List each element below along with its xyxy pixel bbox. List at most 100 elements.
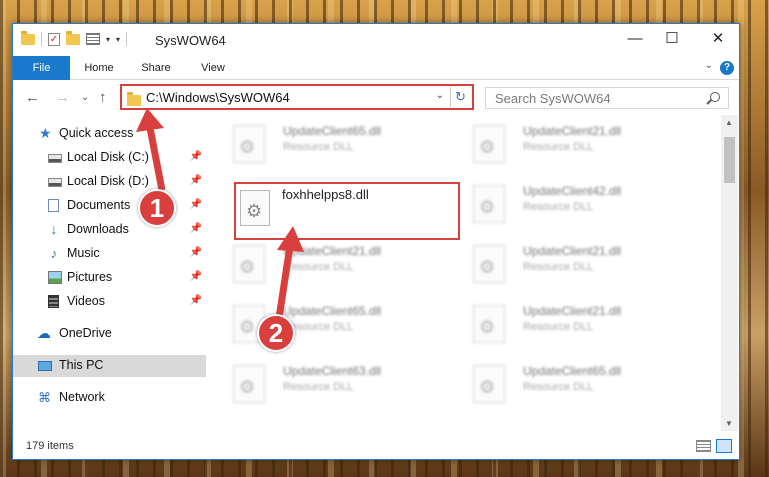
sidebar-item-label: Documents xyxy=(67,198,131,212)
vertical-scrollbar[interactable]: ▲ ▼ xyxy=(721,115,738,431)
scroll-up-icon[interactable]: ▲ xyxy=(725,118,733,127)
file-tile[interactable]: UpdateClient65.dll Resource DLL xyxy=(213,301,443,351)
sidebar-item-label: Music xyxy=(67,246,100,260)
tab-home[interactable]: Home xyxy=(75,56,123,80)
maximize-button[interactable]: ☐ xyxy=(649,24,695,54)
file-name: UpdateClient21.dll xyxy=(523,304,622,318)
highlighted-file-tile[interactable]: foxhhelpps8.dll xyxy=(234,182,460,240)
file-name: UpdateClient42.dll xyxy=(523,184,622,198)
file-tile[interactable]: UpdateClient21.dll Resource DLL xyxy=(453,121,683,171)
address-dropdown-icon[interactable]: ⌄ xyxy=(436,90,444,101)
navigation-bar: ← → ⌄ ↑ C:\Windows\SysWOW64 ⌄ ↻ Search S… xyxy=(13,81,739,115)
sidebar-item-this-pc[interactable]: This PC xyxy=(13,355,206,377)
file-tile[interactable]: UpdateClient21.dll Resource DLL xyxy=(453,241,683,291)
file-name: foxhhelpps8.dll xyxy=(282,187,369,202)
chevron-down-icon[interactable]: ▾ xyxy=(106,35,110,44)
dll-file-icon xyxy=(473,245,505,283)
help-icon[interactable]: ? xyxy=(720,61,734,75)
ribbon-tabs: File Home Share View ⌄ ? xyxy=(13,56,739,80)
this-pc-icon xyxy=(38,361,52,371)
downloads-icon: ↓ xyxy=(50,221,58,237)
file-tile[interactable]: UpdateClient21.dll Resource DLL xyxy=(453,301,683,351)
large-icons-view-icon[interactable] xyxy=(716,439,732,453)
forward-button[interactable]: → xyxy=(55,89,70,106)
dll-file-icon xyxy=(473,125,505,163)
sidebar-item-label: Videos xyxy=(67,294,105,308)
local-disk-icon xyxy=(48,154,62,163)
back-button[interactable]: ← xyxy=(25,89,40,106)
search-input[interactable]: Search SysWOW64 xyxy=(485,87,729,109)
sidebar-item-label: Quick access xyxy=(59,126,134,140)
file-type: Resource DLL xyxy=(523,201,594,213)
sidebar-item-downloads[interactable]: ↓ Downloads 📌 xyxy=(13,219,206,241)
sidebar-item-documents[interactable]: Documents 📌 xyxy=(13,195,206,217)
local-disk-icon xyxy=(48,178,62,187)
sidebar-item-label: Downloads xyxy=(67,222,129,236)
sidebar-item-local-disk-c[interactable]: Local Disk (C:) 📌 xyxy=(13,147,206,169)
file-list: UpdateClient65.dll Resource DLL UpdateCl… xyxy=(213,115,721,433)
toolbar-separator xyxy=(41,32,42,46)
scrollbar-thumb[interactable] xyxy=(724,137,735,183)
file-name: UpdateClient21.dll xyxy=(523,244,622,258)
sidebar-item-label: Local Disk (C:) xyxy=(67,150,149,164)
pin-icon: 📌 xyxy=(189,271,202,282)
pin-icon: 📌 xyxy=(189,247,202,258)
pictures-icon xyxy=(48,271,62,284)
file-name: UpdateClient21.dll xyxy=(283,244,382,258)
search-icon[interactable] xyxy=(710,92,720,102)
file-name: UpdateClient21.dll xyxy=(523,124,622,138)
properties-icon[interactable] xyxy=(86,33,100,45)
details-view-icon[interactable] xyxy=(696,440,711,452)
file-type: Resource DLL xyxy=(523,381,594,393)
videos-icon xyxy=(48,295,59,308)
dll-file-icon xyxy=(473,365,505,403)
up-button[interactable]: ↑ xyxy=(99,89,107,106)
tab-file[interactable]: File xyxy=(13,56,70,80)
sidebar-item-music[interactable]: ♪ Music 📌 xyxy=(13,243,206,265)
refresh-icon[interactable]: ↻ xyxy=(450,87,470,107)
new-folder-icon[interactable] xyxy=(66,30,80,45)
address-path[interactable]: C:\Windows\SysWOW64 xyxy=(146,90,290,105)
sidebar-item-label: This PC xyxy=(59,358,104,372)
file-name: UpdateClient65.dll xyxy=(523,364,622,378)
step-2-badge: 2 xyxy=(257,314,295,352)
dll-file-icon xyxy=(473,185,505,223)
pin-icon: 📌 xyxy=(189,223,202,234)
address-bar[interactable]: C:\Windows\SysWOW64 ⌄ ↻ xyxy=(120,84,474,110)
tab-view[interactable]: View xyxy=(189,56,237,80)
expand-ribbon-icon[interactable]: ⌄ xyxy=(705,60,713,71)
file-tile[interactable]: UpdateClient21.dll Resource DLL xyxy=(213,241,443,291)
recent-locations-button[interactable]: ⌄ xyxy=(81,92,89,103)
file-type: Resource DLL xyxy=(283,141,354,153)
pin-icon: 📌 xyxy=(189,151,202,162)
sidebar-item-quick-access[interactable]: ★ Quick access xyxy=(13,123,206,145)
folder-icon xyxy=(127,92,141,106)
dll-file-icon xyxy=(233,125,265,163)
sidebar-item-label: OneDrive xyxy=(59,326,112,340)
item-count: 179 items xyxy=(26,440,74,452)
file-tile[interactable]: UpdateClient65.dll Resource DLL xyxy=(213,121,443,171)
music-icon: ♪ xyxy=(50,246,58,261)
file-tile[interactable]: UpdateClient42.dll Resource DLL xyxy=(453,181,683,231)
status-bar: 179 items xyxy=(13,433,739,459)
onedrive-icon: ☁ xyxy=(37,325,51,341)
network-icon: ⌘ xyxy=(38,390,51,405)
sidebar-item-local-disk-d[interactable]: Local Disk (D:) 📌 xyxy=(13,171,206,193)
tab-share[interactable]: Share xyxy=(132,56,180,80)
file-type: Resource DLL xyxy=(523,321,594,333)
file-type: Resource DLL xyxy=(283,381,354,393)
properties-check-icon[interactable]: ✓ xyxy=(48,32,60,46)
sidebar-item-onedrive[interactable]: ☁ OneDrive xyxy=(13,323,206,345)
file-tile[interactable]: UpdateClient63.dll Resource DLL xyxy=(213,361,443,411)
close-button[interactable]: ✕ xyxy=(695,24,741,54)
pin-icon: 📌 xyxy=(189,295,202,306)
pin-icon: 📌 xyxy=(189,175,202,186)
file-name: UpdateClient65.dll xyxy=(283,124,382,138)
customize-toolbar-icon[interactable]: ▾ xyxy=(116,35,120,44)
scroll-down-icon[interactable]: ▼ xyxy=(725,419,733,428)
file-tile[interactable]: UpdateClient65.dll Resource DLL xyxy=(453,361,683,411)
sidebar-item-network[interactable]: ⌘ Network xyxy=(13,387,206,409)
sidebar-item-videos[interactable]: Videos 📌 xyxy=(13,291,206,313)
sidebar-item-pictures[interactable]: Pictures 📌 xyxy=(13,267,206,289)
sidebar-item-label: Local Disk (D:) xyxy=(67,174,149,188)
